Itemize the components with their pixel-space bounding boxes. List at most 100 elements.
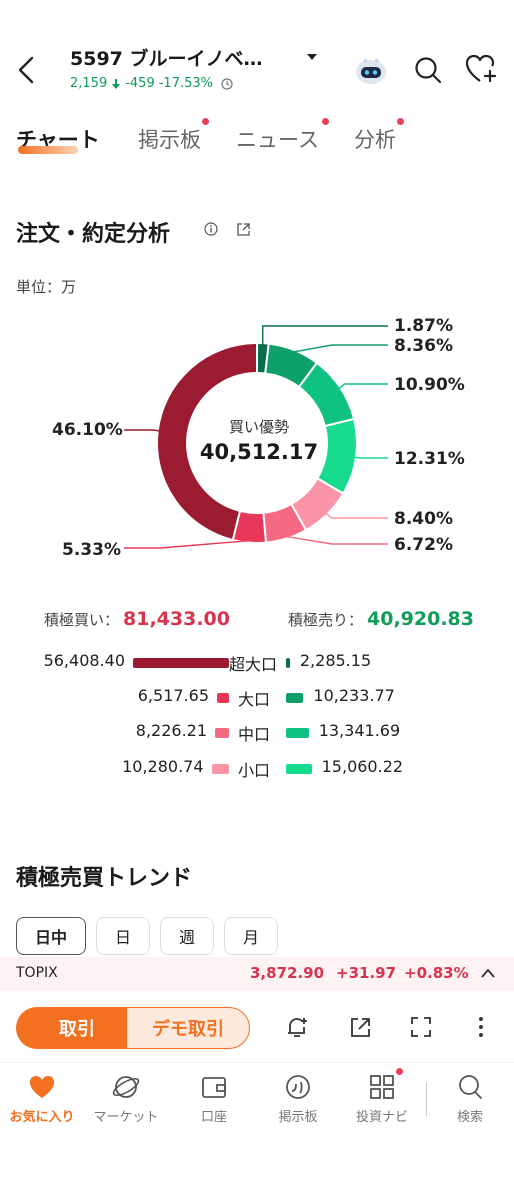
tab-analysis[interactable]: 分析 [354, 124, 396, 154]
breakdown-buy-value: 6,517.65 [137, 686, 209, 705]
divider [0, 1062, 514, 1063]
total-sell: 積極売り： 40,920.83 [288, 608, 474, 630]
breakdown-label: 小口 [238, 761, 271, 780]
share-icon[interactable] [348, 1014, 374, 1040]
breakdown-sell-bar [286, 728, 309, 738]
wallet-icon [202, 1077, 226, 1098]
slice-label: 1.87% [394, 316, 453, 336]
breakdown-sell-value: 2,285.15 [299, 651, 372, 670]
breakdown-sell-value: 13,341.69 [318, 721, 401, 740]
breakdown-sell-bar [286, 658, 290, 668]
breakdown-label: 大口 [238, 690, 271, 709]
nav-account[interactable]: 口座 [172, 1072, 256, 1125]
period-day-button[interactable]: 日 [96, 917, 150, 955]
search-icon [459, 1075, 482, 1099]
robot-icon[interactable] [352, 50, 390, 88]
nav-label: 掲示板 [278, 1110, 318, 1125]
slice-label: 8.40% [394, 509, 453, 529]
trend-title: 積極売買トレンド [16, 866, 193, 891]
section-title: 注文・約定分析 [16, 222, 171, 247]
slice-label: 12.31% [394, 449, 465, 469]
more-icon[interactable] [468, 1014, 494, 1040]
nav-label: 口座 [200, 1110, 227, 1125]
back-icon[interactable] [12, 52, 42, 88]
nav-favorites[interactable]: お気に入り [0, 1072, 84, 1125]
breakdown-buy-value: 8,226.21 [135, 721, 208, 740]
index-change: +31.97 [336, 964, 397, 982]
caret-down-icon[interactable] [304, 51, 320, 63]
nav-label: マーケット [93, 1110, 159, 1125]
donut-leader-line [293, 344, 388, 353]
breakdown-sell-bar [286, 693, 304, 703]
index-value: 3,872.90 [250, 964, 325, 982]
trade-button[interactable]: 取引 [16, 1007, 138, 1049]
total-sell-value: 40,920.83 [367, 608, 474, 630]
donut-leader-line [338, 383, 388, 390]
fullscreen-icon[interactable] [408, 1014, 434, 1040]
demo-trade-button[interactable]: デモ取引 [126, 1007, 250, 1049]
nav-market[interactable]: マーケット [84, 1072, 168, 1125]
donut-leader-line [124, 540, 250, 549]
tab-underline [18, 146, 78, 154]
breakdown-buy-bar [133, 658, 229, 668]
breakdown-sell-value: 10,233.77 [313, 686, 395, 705]
nav-invest-navi[interactable]: 投資ナビ [340, 1072, 424, 1125]
period-intraday-button[interactable]: 日中 [16, 917, 86, 955]
breakdown-buy-bar [215, 728, 229, 738]
price-change-pct: -17.53% [158, 76, 213, 91]
chevron-up-icon[interactable] [480, 967, 496, 979]
breakdown-buy-bar [211, 764, 229, 774]
down-arrow-icon [112, 78, 121, 89]
clock-icon [221, 77, 233, 90]
breakdown-label: 中口 [238, 725, 271, 744]
total-buy-label: 積極買い： [44, 611, 120, 629]
nav-label: お気に入り [9, 1110, 75, 1125]
price-change: -459 [125, 76, 155, 91]
total-sell-label: 積極売り： [288, 611, 364, 629]
unit-label: 単位：万 [16, 278, 77, 296]
nav-label: 投資ナビ [355, 1110, 408, 1125]
breakdown-buy-value: 56,408.40 [43, 651, 125, 670]
notification-dot [202, 118, 209, 125]
price: 2,159 [70, 76, 108, 91]
slice-label: 10.90% [394, 375, 465, 395]
slice-label: 8.36% [394, 336, 453, 356]
period-week-button[interactable]: 週 [160, 917, 214, 955]
nav-board[interactable]: 掲示板 [256, 1072, 340, 1125]
donut-leader-line [353, 456, 388, 459]
info-icon[interactable] [204, 222, 218, 236]
breakdown-buy-bar [217, 693, 229, 703]
tab-board[interactable]: 掲示板 [138, 124, 201, 154]
notification-dot [322, 118, 329, 125]
heart-icon [30, 1076, 54, 1098]
breakdown-row: 8,226.21 中口 13,341.69 [0, 721, 514, 745]
slice-label: 5.33% [62, 540, 121, 560]
nav-search[interactable]: 検索 [428, 1072, 512, 1125]
index-change-pct: +0.83% [404, 964, 469, 982]
heart-plus-icon[interactable] [464, 53, 498, 85]
breakdown-sell-bar [286, 764, 312, 774]
nav-separator [426, 1082, 427, 1116]
breakdown-row: 10,280.74 小口 15,060.22 [0, 757, 514, 781]
slice-label: 46.10% [52, 420, 123, 440]
total-buy: 積極買い： 81,433.00 [44, 608, 230, 630]
total-buy-value: 81,433.00 [123, 608, 230, 630]
breakdown-label: 超大口 [229, 655, 278, 674]
index-ticker-bar[interactable]: TOPIX 3,872.90 +31.97 +0.83% [0, 957, 514, 991]
share-icon[interactable] [236, 222, 251, 237]
breakdown-sell-value: 15,060.22 [321, 757, 404, 776]
planet-icon [112, 1076, 140, 1098]
notification-dot [397, 118, 404, 125]
donut-leader-line [262, 325, 388, 346]
donut-center-label: 買い優勢 [228, 418, 289, 436]
period-month-button[interactable]: 月 [224, 917, 278, 955]
donut-leader-line [124, 429, 160, 432]
tab-news[interactable]: ニュース [236, 124, 319, 154]
search-icon[interactable] [413, 55, 443, 85]
board-icon [286, 1075, 310, 1099]
slice-label: 6.72% [394, 535, 453, 555]
stock-title[interactable]: 5597 ブルーイノベ… [70, 44, 263, 71]
notification-dot [396, 1068, 403, 1075]
alert-bell-icon[interactable] [284, 1014, 310, 1040]
breakdown-buy-value: 10,280.74 [122, 757, 204, 776]
